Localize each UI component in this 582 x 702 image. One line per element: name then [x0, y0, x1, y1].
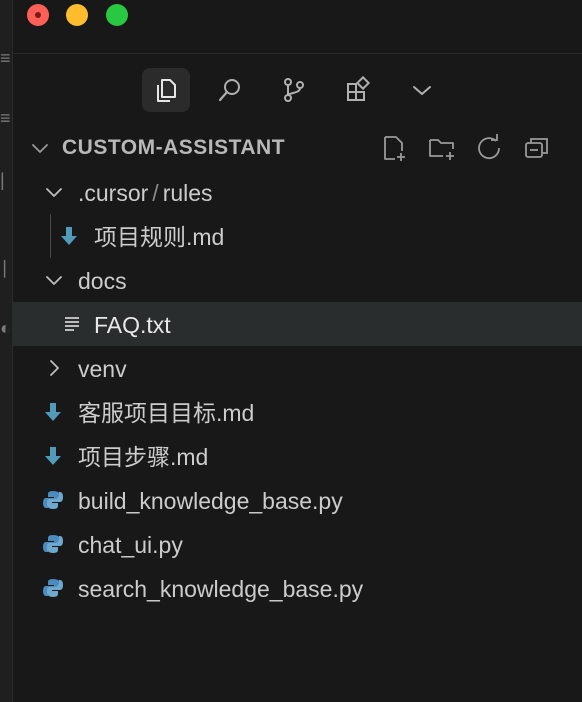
- folder-cursor-rules[interactable]: .cursor / rules: [12, 170, 582, 214]
- chevron-down-icon: [46, 188, 62, 197]
- adjacent-panel-edge: ≡ ≡ | ∣ ◐: [0, 0, 12, 702]
- new-file-button[interactable]: [378, 132, 410, 164]
- tab-explorer[interactable]: [142, 68, 190, 112]
- chevron-down-icon: [413, 86, 431, 95]
- tab-search[interactable]: [206, 68, 254, 112]
- titlebar-divider: [12, 53, 582, 54]
- extensions-icon: [347, 76, 371, 101]
- text-file-icon: [65, 317, 79, 331]
- python-icon: [43, 535, 63, 553]
- partial-glyph: |: [0, 170, 5, 190]
- refresh-button[interactable]: [473, 132, 505, 164]
- partial-glyph: ◐: [0, 318, 11, 338]
- minimize-window-button[interactable]: [66, 4, 88, 26]
- folder-label: .cursor / rules: [78, 180, 213, 206]
- explorer-section-header[interactable]: CUSTOM-ASSISTANT: [12, 126, 582, 170]
- markdown-icon: [45, 403, 61, 421]
- file-name: 项目规则.md: [94, 224, 225, 250]
- new-folder-button[interactable]: [426, 132, 458, 164]
- folder-name: .cursor: [78, 180, 149, 206]
- path-separator: /: [152, 180, 159, 206]
- file-name: build_knowledge_base.py: [78, 488, 343, 514]
- file-row[interactable]: 项目规则.md: [12, 214, 582, 258]
- source-control-icon: [284, 78, 304, 102]
- tab-extensions[interactable]: [334, 68, 382, 112]
- close-window-button[interactable]: [27, 4, 49, 26]
- tab-more[interactable]: [398, 68, 446, 112]
- tab-source-control[interactable]: [270, 68, 318, 112]
- markdown-icon: [61, 227, 77, 245]
- file-name: FAQ.txt: [94, 312, 171, 338]
- partial-glyph: ≡: [0, 108, 11, 128]
- chevron-down-icon: [32, 144, 48, 153]
- chevron-down-icon: [46, 276, 62, 285]
- file-name: search_knowledge_base.py: [78, 576, 364, 602]
- refresh-icon: [478, 134, 500, 160]
- chevron-right-icon: [50, 360, 59, 376]
- workspace-title: CUSTOM-ASSISTANT: [62, 136, 286, 159]
- python-icon: [43, 491, 63, 509]
- partial-glyph: ≡: [0, 48, 11, 68]
- files-icon: [157, 79, 176, 102]
- file-row[interactable]: build_knowledge_base.py: [12, 478, 582, 522]
- new-file-icon: [384, 136, 405, 161]
- partial-glyph: ∣: [0, 258, 9, 278]
- subfolder-name: rules: [162, 180, 213, 206]
- file-row-selected[interactable]: FAQ.txt: [12, 302, 582, 346]
- file-name: chat_ui.py: [78, 532, 183, 558]
- file-row[interactable]: 客服项目目标.md: [12, 390, 582, 434]
- collapse-all-button[interactable]: [521, 132, 553, 164]
- file-row[interactable]: 项目步骤.md: [12, 434, 582, 478]
- folder-name: venv: [78, 356, 127, 382]
- new-folder-icon: [429, 139, 454, 160]
- file-name: 客服项目目标.md: [78, 400, 255, 426]
- search-icon: [218, 79, 240, 102]
- file-row[interactable]: search_knowledge_base.py: [12, 566, 582, 610]
- file-row[interactable]: chat_ui.py: [12, 522, 582, 566]
- folder-docs[interactable]: docs: [12, 258, 582, 302]
- python-icon: [43, 579, 63, 597]
- file-name: 项目步骤.md: [78, 444, 209, 470]
- collapse-all-icon: [525, 138, 548, 158]
- markdown-icon: [45, 447, 61, 465]
- folder-venv[interactable]: venv: [12, 346, 582, 390]
- maximize-window-button[interactable]: [106, 4, 128, 26]
- folder-name: docs: [78, 268, 127, 294]
